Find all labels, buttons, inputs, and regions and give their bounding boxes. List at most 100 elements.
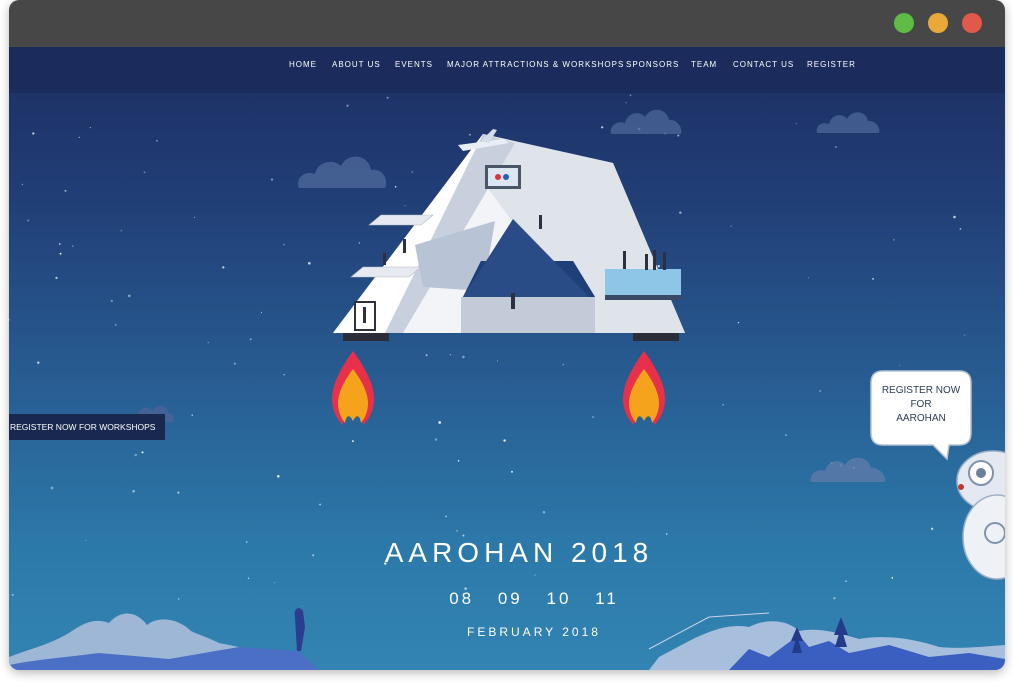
nav-sponsors[interactable]: SPONSORS [626, 60, 679, 69]
star [55, 276, 58, 280]
star [194, 216, 196, 218]
star [785, 434, 787, 436]
nav-about-us[interactable]: ABOUT US [332, 60, 381, 69]
star [562, 363, 564, 366]
star [930, 527, 934, 530]
star [629, 94, 632, 97]
star [807, 277, 809, 279]
robot-mascot-illustration [956, 450, 1005, 580]
nav-events[interactable]: EVENTS [395, 60, 433, 69]
star [72, 245, 74, 247]
minimize-button[interactable] [928, 13, 948, 33]
star [32, 132, 35, 135]
star [893, 239, 895, 241]
star [27, 219, 30, 222]
star [953, 215, 956, 219]
star [496, 360, 499, 362]
page-viewport: HOME ABOUT US EVENTS MAJOR ATTRACTIONS &… [9, 47, 1005, 670]
star [737, 321, 740, 324]
star [457, 460, 460, 462]
star [319, 503, 322, 506]
landscape-silhouette [9, 608, 1005, 670]
star [141, 451, 144, 454]
star [456, 529, 458, 532]
star [59, 252, 62, 255]
star [114, 324, 117, 326]
star [134, 453, 137, 457]
star [37, 361, 40, 364]
browser-window: HOME ABOUT US EVENTS MAJOR ATTRACTIONS &… [9, 0, 1005, 670]
register-workshops-button[interactable]: REGISTER NOW FOR WORKSHOPS [9, 414, 165, 440]
star [819, 390, 822, 392]
star [120, 230, 122, 232]
star [964, 334, 966, 336]
star [722, 404, 724, 406]
star [143, 171, 146, 174]
star [156, 139, 158, 142]
top-navigation: HOME ABOUT US EVENTS MAJOR ATTRACTIONS &… [9, 47, 1005, 93]
star [249, 338, 252, 341]
star [233, 362, 236, 365]
star [891, 577, 894, 579]
star [462, 355, 465, 359]
star [177, 491, 180, 494]
star [351, 440, 354, 443]
cloud-illustration [816, 112, 880, 133]
window-titlebar [9, 0, 1005, 47]
bubble-line-1: REGISTER NOW [881, 385, 961, 396]
star [127, 294, 131, 298]
star [274, 582, 276, 584]
star [730, 225, 732, 227]
star [191, 414, 193, 416]
register-aarohan-link[interactable]: REGISTER NOW FOR AAROHAN [875, 384, 967, 426]
star [283, 374, 285, 376]
star [592, 416, 595, 419]
event-title: AAROHAN 2018 [384, 537, 654, 568]
nav-team[interactable]: TEAM [691, 60, 717, 69]
maximize-button[interactable] [894, 13, 914, 33]
star [534, 574, 536, 576]
star [110, 299, 113, 303]
star [245, 541, 248, 544]
rocket-flame-left [332, 351, 374, 425]
star [207, 341, 210, 344]
nav-major-attractions[interactable]: MAJOR ATTRACTIONS & WORKSHOPS [447, 60, 624, 69]
star [85, 539, 87, 541]
star [89, 126, 92, 129]
star [277, 475, 280, 478]
star [9, 318, 11, 321]
star [438, 421, 442, 424]
bubble-line-3: AAROHAN [896, 413, 946, 424]
star [445, 515, 448, 518]
star [845, 580, 847, 583]
nav-register[interactable]: REGISTER [807, 60, 856, 69]
star [503, 439, 506, 442]
star [50, 486, 54, 490]
star [434, 438, 438, 441]
close-button[interactable] [962, 13, 982, 33]
nav-home[interactable]: HOME [289, 60, 317, 69]
bubble-line-2: FOR [910, 399, 932, 410]
star [872, 278, 874, 280]
star [270, 178, 274, 181]
rocket-pyramid-illustration [333, 129, 685, 341]
star [132, 489, 135, 493]
star [510, 470, 514, 473]
star [346, 104, 349, 107]
star [307, 261, 311, 265]
star [959, 228, 962, 230]
star [835, 146, 837, 148]
star [386, 96, 389, 99]
star [21, 183, 24, 186]
nav-contact-us[interactable]: CONTACT US [733, 60, 794, 69]
star [542, 510, 546, 514]
star [795, 122, 798, 125]
star [260, 311, 263, 314]
star [222, 266, 225, 269]
star [64, 189, 67, 192]
rocket-flame-right [623, 351, 665, 425]
star [283, 243, 285, 246]
star [449, 354, 451, 356]
star [247, 577, 250, 580]
star [425, 354, 428, 357]
